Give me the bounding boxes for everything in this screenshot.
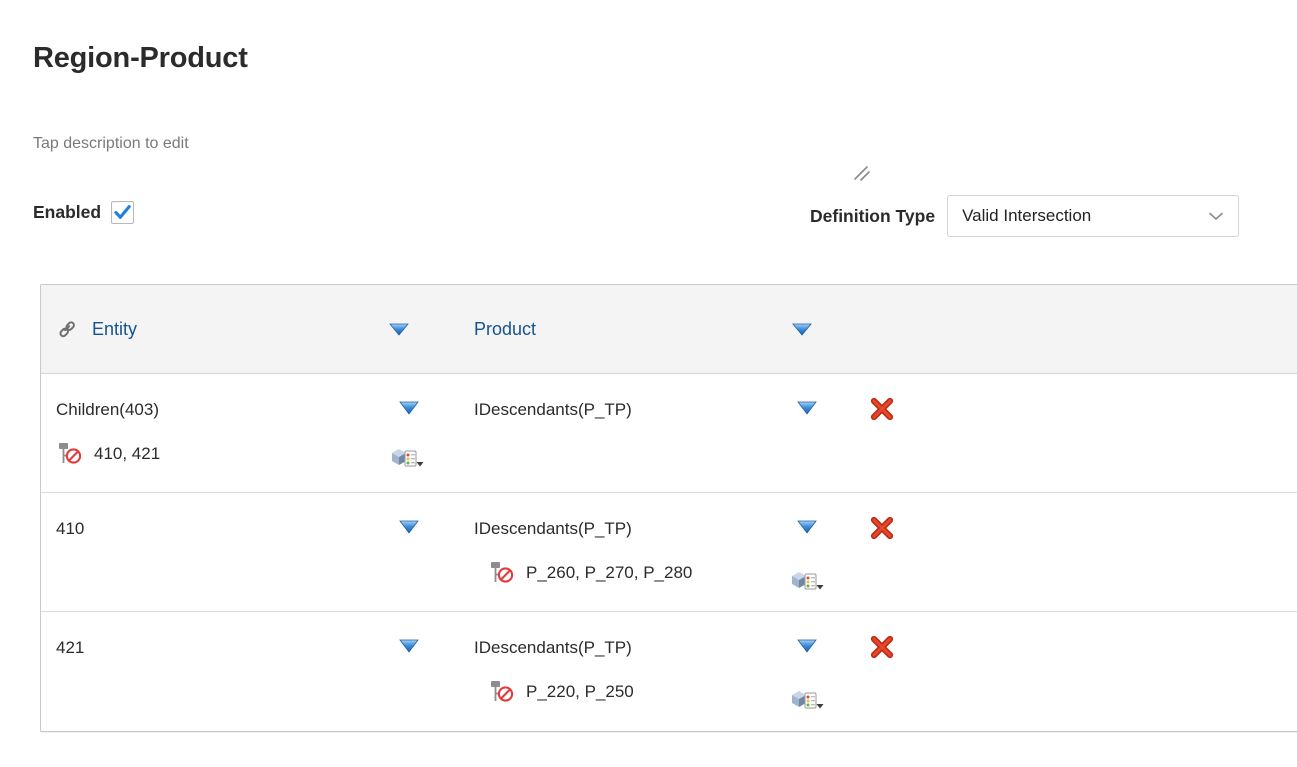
cube-dimension-icon <box>392 449 424 467</box>
entity-exclusions-text[interactable]: 410, 421 <box>94 444 160 464</box>
resize-handle-icon[interactable] <box>852 164 876 184</box>
row-product-cell: IDescendants(P_TP) <box>459 374 817 492</box>
definition-type-label: Definition Type <box>810 205 936 226</box>
row-entity-cell: 410 <box>41 493 459 611</box>
delete-row-button[interactable] <box>867 394 897 424</box>
definition-type-value: Valid Intersection <box>962 206 1092 225</box>
entity-row-dropdown[interactable] <box>396 398 422 418</box>
column-product-header: Product <box>459 319 817 340</box>
entity-dimension-selector[interactable] <box>389 444 427 472</box>
table-row: 410 IDescendants(P_TP) P_260, P_270, P_2… <box>41 493 1297 612</box>
product-exclusions: P_260, P_270, P_280 <box>488 560 817 586</box>
enabled-checkbox[interactable] <box>111 201 135 224</box>
definition-type-select[interactable]: Valid Intersection <box>947 195 1240 237</box>
definition-type-group: Definition Type Valid Intersection <box>810 195 1240 237</box>
row-entity-cell: 421 <box>41 612 459 731</box>
triangle-down-icon <box>399 401 419 415</box>
entity-row-dropdown[interactable] <box>396 517 422 537</box>
product-value[interactable]: IDescendants(P_TP) <box>474 400 817 420</box>
chain-link-icon <box>56 317 80 341</box>
entity-column-dropdown[interactable] <box>386 319 412 339</box>
product-value[interactable]: IDescendants(P_TP) <box>474 638 817 658</box>
triangle-down-icon <box>399 639 419 653</box>
row-product-cell: IDescendants(P_TP) P_220, P_250 <box>459 612 824 731</box>
delete-x-icon <box>870 635 894 659</box>
triangle-down-icon <box>399 520 419 534</box>
column-entity-header: Entity <box>41 317 459 341</box>
enabled-group: Enabled <box>33 201 135 224</box>
page-title: Region-Product <box>33 42 248 74</box>
column-header-entity-label[interactable]: Entity <box>92 319 137 340</box>
table-row: Children(403) 410, 421 IDescendants(P_TP… <box>41 374 1297 493</box>
row-actions-cell <box>817 374 1297 492</box>
checkmark-icon <box>114 205 131 219</box>
chevron-down-icon <box>1206 206 1226 226</box>
description-hint[interactable]: Tap description to edit <box>33 135 189 153</box>
member-excluded-icon <box>488 560 516 586</box>
valid-intersection-page: Region-Product Tap description to edit E… <box>0 0 1297 767</box>
enabled-label: Enabled <box>33 202 102 222</box>
member-excluded-icon <box>488 679 516 705</box>
table-row: 421 IDescendants(P_TP) P_220, P_250 <box>41 612 1297 731</box>
product-column-dropdown[interactable] <box>789 319 815 339</box>
product-exclusions-text[interactable]: P_260, P_270, P_280 <box>526 563 692 583</box>
triangle-down-icon <box>389 323 409 336</box>
column-header-product-label[interactable]: Product <box>474 319 536 340</box>
member-excluded-icon <box>56 441 84 467</box>
product-exclusions-text[interactable]: P_220, P_250 <box>526 682 634 702</box>
product-value[interactable]: IDescendants(P_TP) <box>474 519 817 539</box>
delete-x-icon <box>870 516 894 540</box>
row-entity-cell: Children(403) 410, 421 <box>41 374 459 492</box>
intersection-table: Entity Product Children(403) 410, 421 ID… <box>40 284 1297 732</box>
delete-x-icon <box>870 397 894 421</box>
delete-row-button[interactable] <box>867 513 897 543</box>
row-actions-cell <box>817 612 1297 731</box>
row-actions-cell <box>817 493 1297 611</box>
delete-row-button[interactable] <box>867 632 897 662</box>
table-header-row: Entity Product <box>41 285 1297 374</box>
triangle-down-icon <box>792 323 812 336</box>
entity-row-dropdown[interactable] <box>396 636 422 656</box>
product-exclusions: P_220, P_250 <box>488 679 817 705</box>
row-product-cell: IDescendants(P_TP) P_260, P_270, P_280 <box>459 493 824 611</box>
